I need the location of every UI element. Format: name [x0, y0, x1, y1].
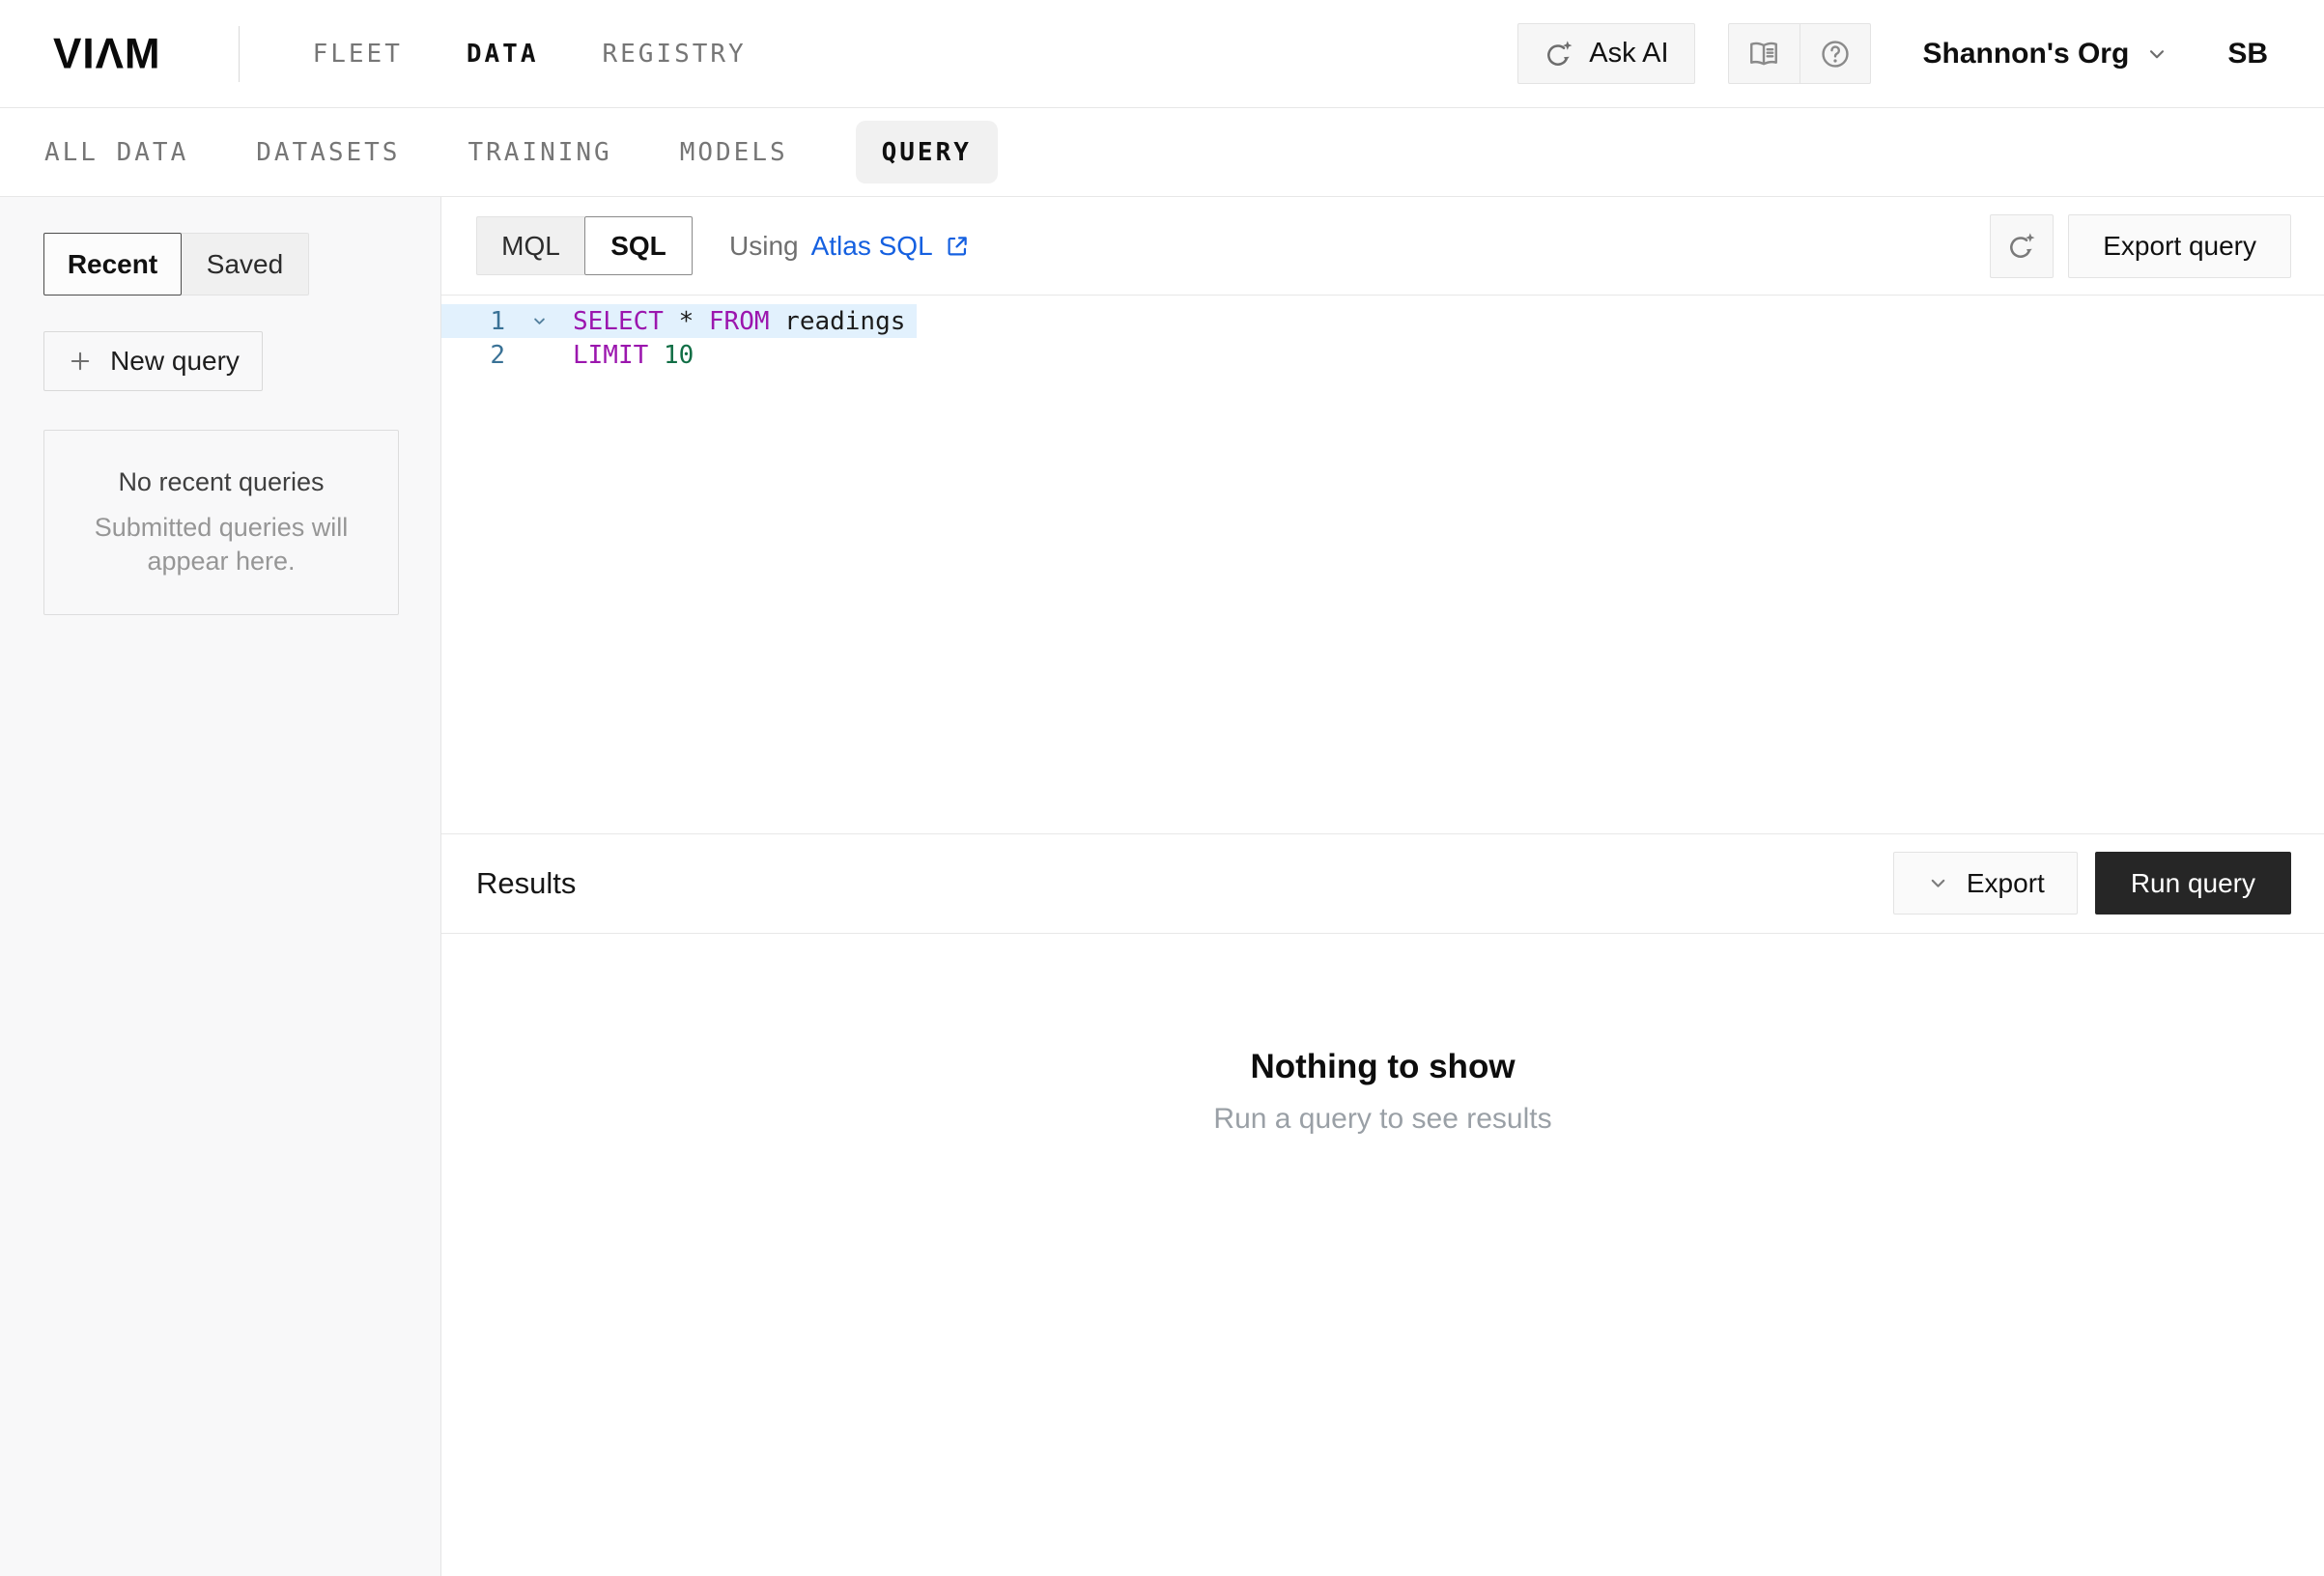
plus-icon — [67, 348, 94, 375]
external-link-icon — [944, 233, 971, 260]
using-atlas-sql: Using Atlas SQL — [729, 231, 971, 262]
primary-nav: FLEET DATA REGISTRY — [313, 40, 747, 69]
using-label: Using — [729, 231, 799, 262]
export-results-button[interactable]: Export — [1893, 852, 2078, 915]
tab-all-data[interactable]: ALL DATA — [44, 138, 188, 167]
ask-ai-label: Ask AI — [1589, 38, 1668, 70]
nav-registry[interactable]: REGISTRY — [602, 40, 746, 69]
results-header: Results Export Run query — [441, 833, 2324, 934]
ai-generate-query-button[interactable] — [1990, 214, 2054, 278]
ask-ai-button[interactable]: Ask AI — [1517, 23, 1694, 84]
viam-app-window: VIΛM FLEET DATA REGISTRY Ask AI — [0, 0, 2324, 1576]
empty-state-title: No recent queries — [118, 467, 324, 497]
atlas-sql-link-label: Atlas SQL — [811, 231, 933, 262]
tab-training[interactable]: TRAINING — [468, 138, 611, 167]
book-icon — [1747, 38, 1780, 70]
code-text: SELECT * FROM readings — [573, 307, 905, 336]
docs-button[interactable] — [1729, 24, 1800, 83]
query-language-toggle: MQL SQL — [476, 216, 693, 275]
tab-models[interactable]: MODELS — [680, 138, 788, 167]
tab-query[interactable]: QUERY — [856, 121, 998, 183]
toolbar-actions: Export query — [1990, 214, 2291, 278]
results-title: Results — [476, 866, 576, 901]
results-actions: Export Run query — [1893, 852, 2291, 915]
fold-toggle[interactable] — [505, 312, 573, 330]
mode-mql-button[interactable]: MQL — [476, 216, 584, 275]
chevron-down-icon — [2144, 42, 2169, 67]
sidebar-tabs: Recent Saved — [43, 233, 440, 296]
user-avatar[interactable]: SB — [2227, 38, 2268, 70]
line-number: 1 — [441, 307, 505, 336]
tab-saved[interactable]: Saved — [182, 233, 309, 296]
code-text: LIMIT 10 — [573, 341, 694, 370]
results-empty-title: Nothing to show — [1250, 1048, 1515, 1086]
help-button[interactable] — [1800, 24, 1870, 83]
query-toolbar: MQL SQL Using Atlas SQL — [441, 197, 2324, 296]
new-query-button[interactable]: New query — [43, 331, 263, 391]
chevron-down-icon — [1926, 871, 1950, 895]
empty-state-body: Submitted queries will appear here. — [81, 511, 361, 578]
tab-recent[interactable]: Recent — [43, 233, 182, 296]
data-subnav: ALL DATA DATASETS TRAINING MODELS QUERY — [0, 108, 2324, 197]
tab-datasets[interactable]: DATASETS — [256, 138, 400, 167]
export-query-button[interactable]: Export query — [2068, 214, 2291, 278]
recent-queries-empty-state: No recent queries Submitted queries will… — [43, 430, 399, 615]
results-empty-state: Nothing to show Run a query to see resul… — [441, 934, 2324, 1576]
help-button-group — [1728, 23, 1871, 84]
header-right: Ask AI — [1517, 23, 2268, 84]
code-line[interactable]: 1 SELECT * FROM readings — [441, 304, 917, 338]
run-query-button[interactable]: Run query — [2095, 852, 2291, 915]
header-divider — [239, 26, 240, 82]
question-circle-icon — [1819, 38, 1852, 70]
sparkle-refresh-icon — [2006, 231, 2037, 262]
results-empty-subtitle: Run a query to see results — [1213, 1103, 1551, 1136]
chevron-down-icon — [530, 312, 549, 330]
atlas-sql-link[interactable]: Atlas SQL — [811, 231, 971, 262]
line-number: 2 — [441, 341, 505, 370]
new-query-label: New query — [110, 346, 240, 377]
export-results-label: Export — [1967, 868, 2045, 899]
org-name: Shannon's Org — [1923, 38, 2130, 70]
sparkle-refresh-icon — [1544, 39, 1574, 70]
code-line[interactable]: 2 LIMIT 10 — [441, 338, 694, 372]
viam-logo[interactable]: VIΛM — [53, 29, 161, 78]
query-main-panel: MQL SQL Using Atlas SQL — [441, 197, 2324, 1576]
nav-data[interactable]: DATA — [467, 40, 539, 69]
sql-code-editor[interactable]: 1 SELECT * FROM readings 2 LIMIT 10 — [441, 296, 2324, 833]
mode-sql-button[interactable]: SQL — [584, 216, 693, 275]
query-sidebar: Recent Saved New query No recent queries… — [0, 197, 441, 1576]
top-header: VIΛM FLEET DATA REGISTRY Ask AI — [0, 0, 2324, 108]
org-switcher[interactable]: Shannon's Org — [1923, 38, 2170, 70]
nav-fleet[interactable]: FLEET — [313, 40, 403, 69]
